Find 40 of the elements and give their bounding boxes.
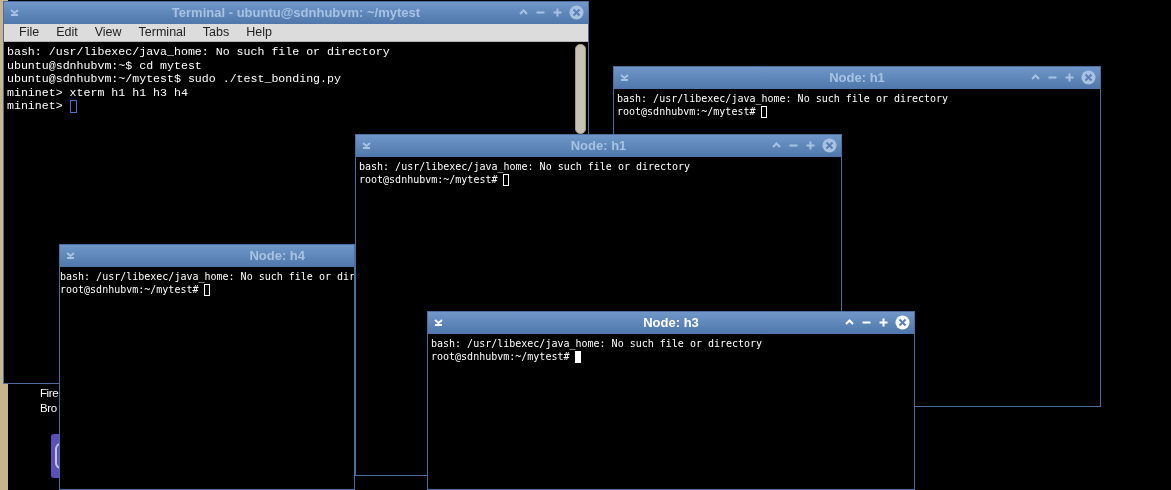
terminal-line: root@sdnhubvm:~/mytest# <box>359 173 498 186</box>
window-menu-icon[interactable] <box>9 7 20 18</box>
close-icon[interactable] <box>822 138 837 153</box>
window-title: Node: h1 <box>829 69 885 88</box>
terminal-line: bash: /usr/libexec/java_home: No such file or directory <box>7 45 390 59</box>
terminal-line: bash: /usr/libexec/java_home: No such file or dir <box>60 270 354 283</box>
menu-item[interactable]: Terminal <box>138 23 186 42</box>
terminal-line: bash: /usr/libexec/java_home: No such file or directory <box>359 160 691 173</box>
terminal-line: root@sdnhubvm:~/mytest# <box>431 350 570 363</box>
terminal-line: root@sdnhubvm:~/mytest# <box>617 105 756 118</box>
menu-item[interactable]: Edit <box>56 23 78 42</box>
window-title: Terminal - ubuntu@sdnhubvm: ~/mytest <box>171 4 421 23</box>
close-icon[interactable] <box>1081 70 1096 85</box>
menu-item[interactable]: View <box>94 23 122 42</box>
scrollbar[interactable] <box>575 44 586 134</box>
menu-item[interactable]: Help <box>246 23 272 42</box>
icon-label: Fire <box>40 386 59 401</box>
window-title: Node: h4 <box>249 247 305 266</box>
terminal-line: bash: /usr/libexec/java_home: No such file or directory <box>431 337 763 350</box>
terminal-line: mininet> xterm h1 h1 h3 h4 <box>7 85 188 100</box>
window-menu-icon[interactable] <box>361 140 372 151</box>
window-menu-icon[interactable] <box>619 72 630 83</box>
window-menu-icon[interactable] <box>65 250 76 261</box>
terminal-line: ubuntu@sdnhubvm:~/mytest$ sudo ./test_bonding.py <box>7 72 341 86</box>
close-icon[interactable] <box>569 5 584 20</box>
title-bar[interactable]: Node: h3 <box>428 312 914 334</box>
terminal-line: ubuntu@sdnhubvm:~$ cd mytest <box>7 58 202 73</box>
window-title: Node: h3 <box>643 314 699 333</box>
menu-item[interactable]: Tabs <box>202 23 230 42</box>
terminal-line: mininet> <box>7 99 63 113</box>
menu-item[interactable]: File <box>19 23 40 42</box>
window-title: Node: h1 <box>570 137 627 156</box>
window-menu-icon[interactable] <box>433 317 444 328</box>
terminal-line: root@sdnhubvm:~/mytest# <box>60 283 199 296</box>
maximize-icon[interactable] <box>1064 72 1075 83</box>
close-icon[interactable] <box>895 315 910 330</box>
icon-label: Bro <box>40 401 58 416</box>
maximize-icon[interactable] <box>552 7 563 18</box>
maximize-icon[interactable] <box>805 140 816 151</box>
terminal-line: bash: /usr/libexec/java_home: No such file or directory <box>617 92 949 105</box>
